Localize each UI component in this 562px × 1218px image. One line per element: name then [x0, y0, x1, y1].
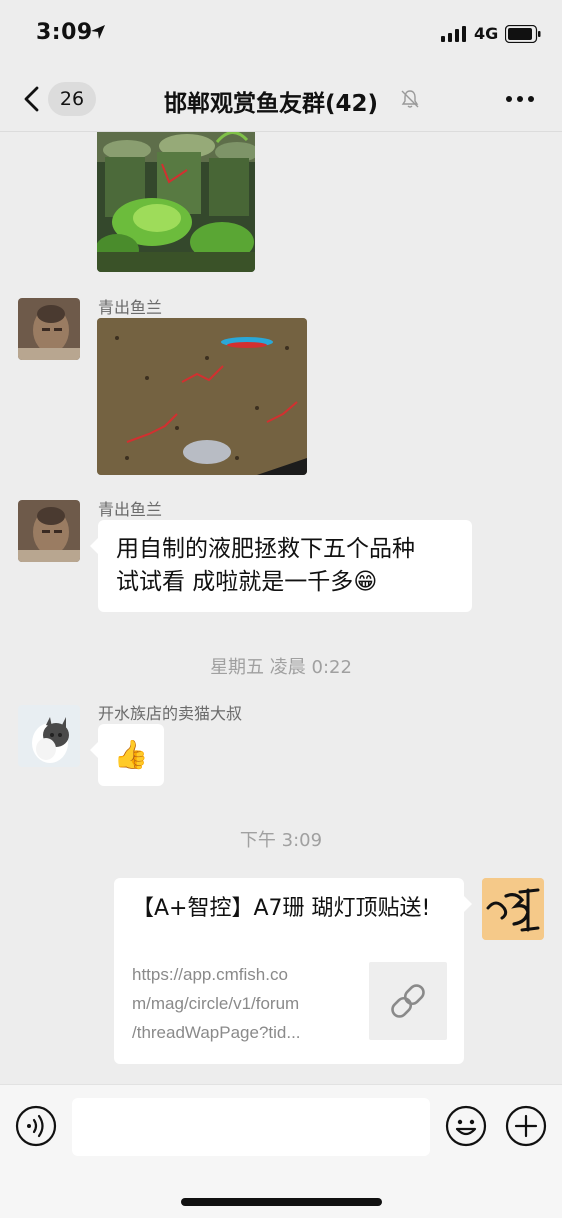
smiley-icon[interactable] [445, 1105, 487, 1147]
sender-name: 开水族店的卖猫大叔 [98, 704, 243, 723]
timestamp: 下午 3:09 [239, 830, 323, 851]
message-text: 试试看 成啦就是一千多 [116, 569, 354, 595]
message-text-line1: 用自制的液肥拯救下五个品种 [116, 536, 415, 562]
plus-icon[interactable] [505, 1105, 547, 1147]
nav-bar: 26 邯郸观赏鱼友群(42) [0, 66, 562, 132]
chevron-left-icon [24, 86, 39, 112]
message-input[interactable] [72, 1098, 430, 1156]
link-url-line: m/mag/circle/v1/forum [132, 994, 300, 1013]
sender-name: 青出鱼兰 [98, 500, 163, 519]
link-card-bubble[interactable]: 【A+智控】A7珊 瑚灯顶贴送! https://app.cmfish.co m… [114, 878, 472, 1064]
battery-icon [505, 25, 541, 43]
bell-slash-icon [401, 90, 419, 108]
timestamp: 星期五 凌晨 0:22 [210, 657, 352, 678]
plant-jars-photo[interactable] [97, 132, 255, 272]
link-card-title: 【A+智控】A7珊 瑚灯顶贴送! [132, 896, 431, 921]
back-button[interactable]: 26 [18, 80, 98, 118]
message-bubble[interactable]: 👍 [90, 724, 164, 786]
sender-name: 青出鱼兰 [98, 298, 163, 317]
chat-title: 邯郸观赏鱼友群(42) [164, 91, 379, 117]
network-type: 4G [474, 24, 499, 43]
self-avatar[interactable] [482, 878, 544, 940]
thumbs-up-emoji: 👍 [113, 738, 149, 771]
location-arrow-icon [91, 25, 105, 39]
link-card-url: https://app.cmfish.co m/mag/circle/v1/fo… [132, 960, 354, 1047]
link-icon [391, 984, 425, 1018]
sender-avatar[interactable] [18, 705, 80, 767]
link-url-line: /threadWapPage?tid... [132, 1023, 301, 1042]
signal-icon [441, 26, 466, 42]
message-text-line2: 试试看 成啦就是一千多😁 [116, 566, 454, 599]
link-url-line: https://app.cmfish.co [132, 965, 288, 984]
more-options-button[interactable] [502, 90, 538, 108]
link-thumbnail [369, 962, 447, 1040]
home-indicator [181, 1198, 382, 1206]
sender-avatar[interactable] [18, 500, 80, 562]
unread-count-badge: 26 [48, 82, 96, 116]
message-bubble[interactable]: 用自制的液肥拯救下五个品种 试试看 成啦就是一千多😁 [90, 520, 472, 612]
voice-icon[interactable] [15, 1105, 57, 1147]
chat-area[interactable]: 青出鱼兰 青出鱼兰 用自制的液肥拯救下五个品种 试试看 成啦就是一千多😁 星期五… [0, 132, 562, 1084]
sender-avatar[interactable] [18, 298, 80, 360]
status-bar: 3:09 4G [0, 0, 562, 66]
grin-emoji: 😁 [353, 569, 378, 595]
status-time: 3:09 [36, 20, 93, 45]
aquarium-gravel-photo[interactable] [97, 318, 307, 475]
